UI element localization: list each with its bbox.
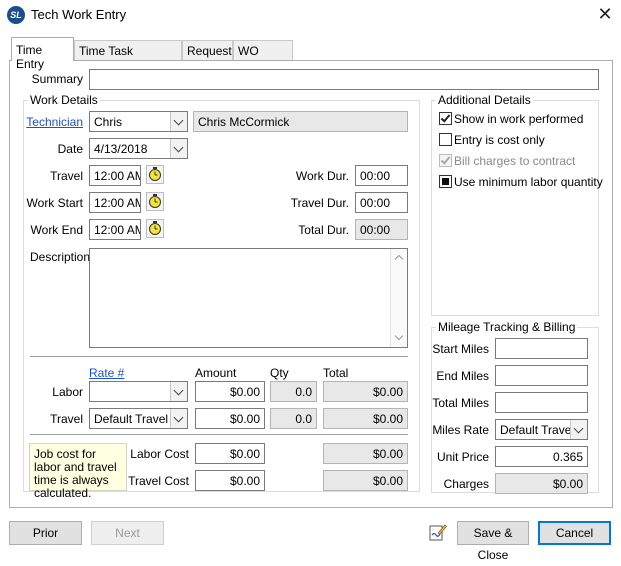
chevron-down-icon[interactable] <box>570 420 587 439</box>
prior-button[interactable]: Prior <box>9 521 82 545</box>
work-details-legend: Work Details <box>28 93 100 107</box>
chevron-down-icon[interactable] <box>170 112 187 131</box>
total-header: Total <box>323 366 349 380</box>
title-bar: SL Tech Work Entry ✕ <box>0 0 621 30</box>
chevron-down-icon[interactable] <box>170 382 187 401</box>
cancel-button[interactable]: Cancel <box>538 521 611 545</box>
labor-rate-select[interactable] <box>89 381 188 402</box>
work-start-label: Work Start <box>26 196 83 210</box>
bill-charges-to-contract-checkbox <box>439 154 452 167</box>
technician-value: Chris <box>94 115 123 129</box>
show-in-work-performed-checkbox[interactable] <box>439 112 452 125</box>
indeterminate-icon <box>442 178 449 185</box>
entry-cost-only-label: Entry is cost only <box>454 133 545 147</box>
miles-rate-label: Miles Rate <box>432 423 489 437</box>
window-title: Tech Work Entry <box>31 7 127 22</box>
date-value: 4/13/2018 <box>94 142 148 156</box>
travel-rate-value: Default Travel <box>94 412 169 426</box>
separator <box>30 434 408 436</box>
total-miles-input[interactable] <box>495 392 588 413</box>
start-miles-label: Start Miles <box>432 342 489 356</box>
check-icon <box>440 154 451 165</box>
amount-header: Amount <box>195 366 237 380</box>
summary-label: Summary <box>31 72 83 86</box>
date-label: Date <box>57 142 83 156</box>
qty-header: Qty <box>270 366 289 380</box>
total-dur-field: 00:00 <box>355 219 408 240</box>
travel-cost-amount-input[interactable]: $0.00 <box>195 470 265 491</box>
travel-total-field: $0.00 <box>323 408 408 429</box>
bill-charges-to-contract-label: Bill charges to contract <box>454 154 576 168</box>
work-dur-label: Work Dur. <box>295 169 349 183</box>
tab-time-task-allocation[interactable]: Time Task Allocation <box>74 40 182 72</box>
travel-cost-total-field: $0.00 <box>323 470 408 491</box>
travel-time-label: Travel <box>50 169 83 183</box>
clock-icon[interactable] <box>146 219 164 238</box>
tab-wo-notes[interactable]: WO Notes <box>233 40 293 72</box>
save-close-button[interactable]: Save & Close <box>457 521 529 562</box>
chevron-down-icon[interactable] <box>170 139 187 158</box>
total-miles-label: Total Miles <box>432 396 489 410</box>
clock-icon[interactable] <box>146 165 164 184</box>
work-start-input[interactable]: 12:00 AM <box>89 192 141 213</box>
use-minimum-labor-label: Use minimum labor quantity <box>454 175 603 189</box>
unit-price-label: Unit Price <box>436 450 489 464</box>
travel-dur-input[interactable]: 00:00 <box>355 192 408 213</box>
summary-input[interactable] <box>89 69 599 90</box>
miles-rate-select[interactable]: Default Travel <box>495 419 588 440</box>
work-end-input[interactable]: 12:00 AM <box>89 219 141 240</box>
show-in-work-performed-label: Show in work performed <box>454 112 584 126</box>
check-icon <box>440 112 451 123</box>
separator <box>30 356 408 358</box>
work-dur-input[interactable]: 00:00 <box>355 165 408 186</box>
travel-time-input[interactable]: 12:00 AM <box>89 165 141 186</box>
technician-link[interactable]: Technician <box>20 115 83 129</box>
end-miles-input[interactable] <box>495 365 588 386</box>
chevron-down-icon[interactable] <box>170 409 187 428</box>
entry-cost-only-checkbox[interactable] <box>439 133 452 146</box>
rate-number-link[interactable]: Rate # <box>89 366 124 380</box>
tab-time-entry[interactable]: Time Entry <box>11 37 74 71</box>
total-dur-label: Total Dur. <box>298 223 349 237</box>
miles-rate-value: Default Travel <box>500 423 575 437</box>
start-miles-input[interactable] <box>495 338 588 359</box>
labor-cost-amount-input[interactable]: $0.00 <box>195 443 265 464</box>
labor-cost-total-field: $0.00 <box>323 443 408 464</box>
travel-rate-select[interactable]: Default Travel <box>89 408 188 429</box>
next-button: Next <box>91 521 164 545</box>
labor-label: Labor <box>52 385 83 399</box>
charges-field: $0.00 <box>495 473 588 494</box>
technician-name-field: Chris McCormick <box>193 111 408 132</box>
tab-request[interactable]: Request <box>182 40 233 60</box>
labor-amount-input[interactable]: $0.00 <box>195 381 265 402</box>
use-minimum-labor-checkbox[interactable] <box>439 175 452 188</box>
sign-document-icon[interactable] <box>429 523 447 541</box>
charges-label: Charges <box>443 477 489 491</box>
description-textarea[interactable] <box>89 248 408 348</box>
date-picker[interactable]: 4/13/2018 <box>89 138 188 159</box>
travel-amount-input[interactable]: $0.00 <box>195 408 265 429</box>
travel-qty-field: 0.0 <box>270 408 317 429</box>
additional-details-legend: Additional Details <box>436 93 533 107</box>
labor-cost-label: Labor Cost <box>130 447 189 461</box>
close-icon[interactable]: ✕ <box>596 4 614 24</box>
work-end-label: Work End <box>30 223 83 237</box>
app-logo-icon: SL <box>7 6 25 24</box>
labor-qty-field: 0.0 <box>270 381 317 402</box>
travel-rate-label: Travel <box>50 412 83 426</box>
unit-price-input[interactable]: 0.365 <box>495 446 588 467</box>
mileage-legend: Mileage Tracking & Billing <box>436 320 578 334</box>
clock-icon[interactable] <box>146 192 164 211</box>
technician-select[interactable]: Chris <box>89 111 188 132</box>
description-label: Description <box>30 250 91 264</box>
travel-cost-label: Travel Cost <box>128 474 189 488</box>
end-miles-label: End Miles <box>436 369 489 383</box>
job-cost-note: Job cost for labor and travel time is al… <box>29 443 127 500</box>
travel-dur-label: Travel Dur. <box>290 196 349 210</box>
labor-total-field: $0.00 <box>323 381 408 402</box>
description-scrollbar[interactable] <box>390 249 407 347</box>
